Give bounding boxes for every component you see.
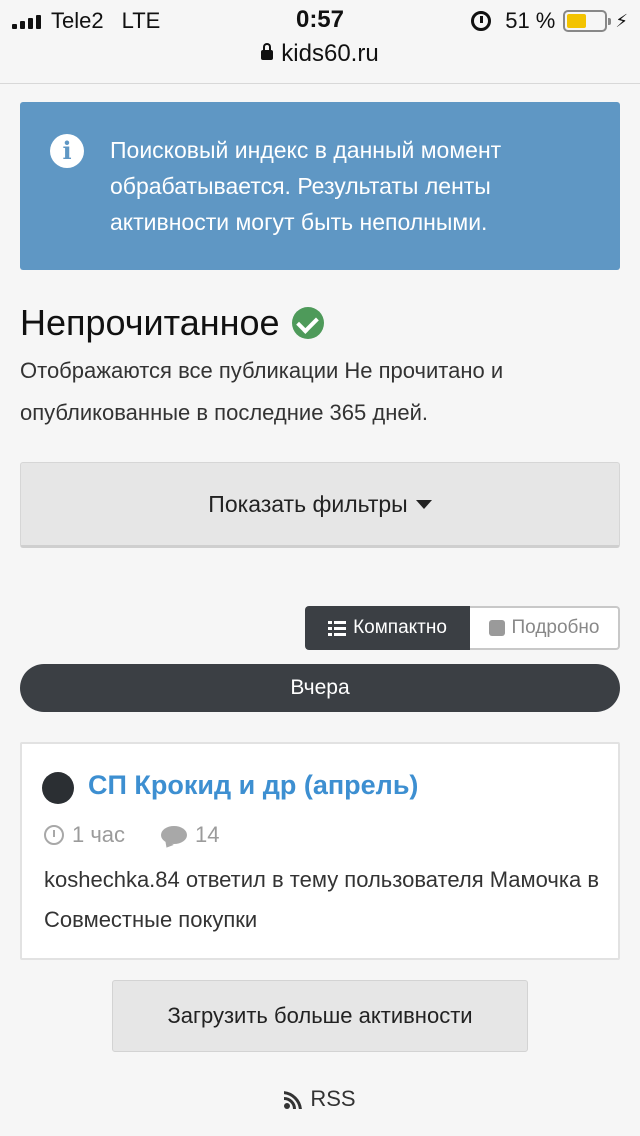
load-more-button[interactable]: Загрузить больше активности xyxy=(112,980,528,1052)
page-description: Отображаются все публикации Не прочитано… xyxy=(20,358,504,425)
address-bar[interactable]: kids60.ru xyxy=(0,40,640,68)
lock-icon xyxy=(261,43,274,60)
clock-icon xyxy=(44,825,64,845)
alert-text: Поисковый индекс в данный момент обрабат… xyxy=(110,137,502,235)
caret-down-icon xyxy=(415,499,432,509)
info-alert: i Поисковый индекс в данный момент обраб… xyxy=(20,102,620,270)
comment-count: 14 xyxy=(195,822,220,847)
compact-view-button[interactable]: Компактно xyxy=(305,606,470,650)
activity-meta: 1 час 14 xyxy=(44,822,220,848)
show-filters-button[interactable]: Показать фильтры xyxy=(20,462,620,548)
detailed-view-label: Подробно xyxy=(511,617,600,638)
battery-icon xyxy=(563,10,612,32)
activity-item: СП Крокид и др (апрель) 1 час 14 koshech… xyxy=(20,742,620,960)
page-title: Непрочитанное xyxy=(20,302,280,343)
rss-label: RSS xyxy=(310,1086,356,1111)
list-icon xyxy=(328,620,347,636)
view-toggle: Компактно Подробно xyxy=(305,606,620,650)
check-circle-icon xyxy=(291,307,324,339)
charging-icon: ⚡︎ xyxy=(615,10,628,31)
detailed-view-button[interactable]: Подробно xyxy=(470,606,620,650)
topic-title-link[interactable]: СП Крокид и др (апрель) xyxy=(88,770,418,801)
square-icon xyxy=(488,620,505,636)
status-right: 51 % ⚡︎ xyxy=(471,8,628,34)
alarm-icon xyxy=(471,11,492,31)
page-title-row: Непрочитанное xyxy=(20,302,324,344)
url-text: kids60.ru xyxy=(281,40,379,67)
show-filters-label: Показать фильтры xyxy=(208,490,408,517)
info-icon: i xyxy=(50,134,84,168)
battery-percent: 51 % xyxy=(505,8,556,33)
rss-icon xyxy=(284,1089,304,1109)
time-ago: 1 час xyxy=(72,822,126,847)
status-bar: Tele2 LTE 0:57 51 % ⚡︎ kids60.ru xyxy=(0,0,640,84)
unread-indicator-icon[interactable] xyxy=(42,772,74,804)
comment-icon xyxy=(161,826,188,844)
rss-link[interactable]: RSS xyxy=(0,1086,640,1112)
battery-fill xyxy=(567,14,586,28)
compact-view-label: Компактно xyxy=(353,617,447,638)
activity-description: koshechka.84 ответил в тему пользователя… xyxy=(44,867,600,932)
date-group-header: Вчера xyxy=(20,664,620,712)
